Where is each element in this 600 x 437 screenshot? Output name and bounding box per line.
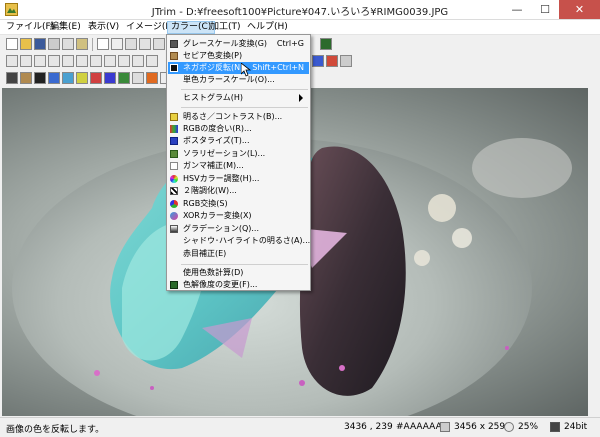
- menu-item-histogram[interactable]: ヒストグラム(H): [168, 92, 309, 104]
- color-depth: 24bit: [564, 422, 588, 432]
- negapos-icon: [170, 64, 178, 72]
- menu-process[interactable]: 加工(T): [207, 21, 244, 34]
- print-icon[interactable]: [48, 38, 60, 50]
- rgb-tool-icon[interactable]: [90, 72, 102, 84]
- refresh-icon[interactable]: [132, 55, 144, 67]
- paste-icon[interactable]: [111, 38, 123, 50]
- menu-item-xor[interactable]: XORカラー変換(X): [168, 210, 309, 222]
- menu-item-monoscale[interactable]: 単色カラースケール(O)...: [168, 74, 309, 86]
- menu-item-negapos[interactable]: ネガポジ反転(N) Shift+Ctrl+N: [168, 62, 309, 74]
- copy-icon[interactable]: [97, 38, 109, 50]
- zoom-icon-status: [504, 422, 514, 432]
- clipboard-icon[interactable]: [76, 38, 88, 50]
- toolbar-separator: [92, 38, 93, 51]
- gamma-tool-icon[interactable]: [132, 72, 144, 84]
- zoom-level: 25%: [518, 422, 539, 432]
- open-folder-icon[interactable]: [20, 38, 32, 50]
- menu-item-solarize[interactable]: ソラリゼーション(L)...: [168, 148, 309, 160]
- paste-new-icon[interactable]: [125, 38, 137, 50]
- cursor-coordinates: 3436 , 239: [344, 422, 393, 432]
- menu-item-shadow-highlight[interactable]: シャドウ･ハイライトの明るさ(A)...: [168, 235, 310, 247]
- menu-item-gradation[interactable]: グラデーション(Q)...: [168, 223, 309, 235]
- flip-icon[interactable]: [20, 55, 32, 67]
- pixel-color: #AAAAAA: [396, 422, 442, 432]
- maximize-button[interactable]: ☐: [531, 0, 559, 19]
- rgbswap-icon: [170, 200, 178, 208]
- new-file-icon[interactable]: [6, 38, 18, 50]
- grid-icon[interactable]: [320, 38, 332, 50]
- menu-item-sepia[interactable]: セピア色変換(P): [168, 50, 309, 62]
- crop-icon[interactable]: [139, 38, 151, 50]
- menu-item-redeye[interactable]: 赤目補正(E): [168, 248, 309, 260]
- monoscale-tool-icon[interactable]: [48, 72, 60, 84]
- menu-item-posterize[interactable]: ポスタライズ(T)...: [168, 135, 309, 147]
- menu-item-colorcount[interactable]: 使用色数計算(D): [168, 267, 309, 279]
- menu-item-gamma[interactable]: ガンマ補正(M)...: [168, 160, 309, 172]
- xor-icon: [170, 212, 178, 220]
- mirror-icon[interactable]: [34, 55, 46, 67]
- menu-separator: [181, 89, 308, 90]
- menu-item-grayscale[interactable]: グレースケール変換(G) Ctrl+G: [168, 38, 309, 50]
- hsv-tool-icon[interactable]: [146, 72, 158, 84]
- color-menu-dropdown: グレースケール変換(G) Ctrl+G セピア色変換(P) ネガポジ反転(N) …: [166, 34, 311, 291]
- redo-icon[interactable]: [118, 55, 130, 67]
- menu-item-brightness[interactable]: 明るさ／コントラスト(B)...: [168, 111, 309, 123]
- menu-help[interactable]: ヘルプ(H): [244, 21, 291, 34]
- save-icon[interactable]: [34, 38, 46, 50]
- zoom-icon[interactable]: [146, 55, 158, 67]
- gradation-icon: [170, 225, 178, 233]
- mouse-cursor-icon: [241, 63, 251, 77]
- submenu-arrow-icon: [299, 94, 303, 102]
- scan-icon[interactable]: [62, 38, 74, 50]
- menu-item-hsv[interactable]: HSVカラー調整(H)...: [168, 173, 309, 185]
- grayscale-icon: [170, 40, 178, 48]
- undo-icon[interactable]: [104, 55, 116, 67]
- image-size: 3456 x 2592: [454, 422, 511, 432]
- close-button[interactable]: ✕: [559, 0, 600, 19]
- menu-separator: [181, 107, 308, 108]
- sepia-tool-icon[interactable]: [20, 72, 32, 84]
- image-size-icon: [440, 422, 450, 432]
- menu-item-rgbswap[interactable]: RGB交換(S): [168, 198, 309, 210]
- rgb-icon: [170, 125, 178, 133]
- menu-view[interactable]: 表示(V): [85, 21, 122, 34]
- posterize-icon: [170, 137, 178, 145]
- expand-icon[interactable]: [62, 55, 74, 67]
- negapos-tool-icon[interactable]: [34, 72, 46, 84]
- eraser-icon[interactable]: [326, 55, 338, 67]
- twotone-icon: [170, 187, 178, 195]
- menu-bar: ファイル(F) 編集(E) 表示(V) イメージ(I) カラー(C) 加工(T)…: [0, 20, 600, 35]
- grayscale-tool-icon[interactable]: [6, 72, 18, 84]
- color-depth-menu-icon: [170, 281, 178, 289]
- solarize-icon: [170, 150, 178, 158]
- menu-item-color-depth[interactable]: 色解像度の変更(F)...: [168, 279, 309, 291]
- brightness-icon: [170, 113, 178, 121]
- menu-separator: [181, 264, 308, 265]
- solarize-tool-icon[interactable]: [118, 72, 130, 84]
- menu-item-twotone[interactable]: ２階調化(W)...: [168, 185, 309, 197]
- hsv-icon: [170, 175, 178, 183]
- shrink-icon[interactable]: [76, 55, 88, 67]
- minimize-button[interactable]: —: [503, 0, 531, 19]
- rotate-icon[interactable]: [6, 55, 18, 67]
- status-bar: 画像の色を反転します。 3436 , 239 #AAAAAA 3456 x 25…: [0, 417, 600, 437]
- trim-icon[interactable]: [48, 55, 60, 67]
- menu-edit[interactable]: 編集(E): [47, 21, 84, 34]
- menu-item-rgb[interactable]: RGBの度合い(R)...: [168, 123, 309, 135]
- stamp-icon[interactable]: [340, 55, 352, 67]
- pen-icon[interactable]: [312, 55, 324, 67]
- resize-icon[interactable]: [153, 38, 165, 50]
- gamma-icon: [170, 162, 178, 170]
- posterize-tool-icon[interactable]: [104, 72, 116, 84]
- title-bar: JTrim - D:¥freesoft100¥Picture¥047.いろいろ¥…: [0, 0, 600, 20]
- frame-icon[interactable]: [90, 55, 102, 67]
- status-message: 画像の色を反転します。: [6, 425, 105, 435]
- brightness-tool-icon[interactable]: [76, 72, 88, 84]
- color-depth-icon: [550, 422, 560, 432]
- sepia-icon: [170, 52, 178, 60]
- histogram-tool-icon[interactable]: [62, 72, 74, 84]
